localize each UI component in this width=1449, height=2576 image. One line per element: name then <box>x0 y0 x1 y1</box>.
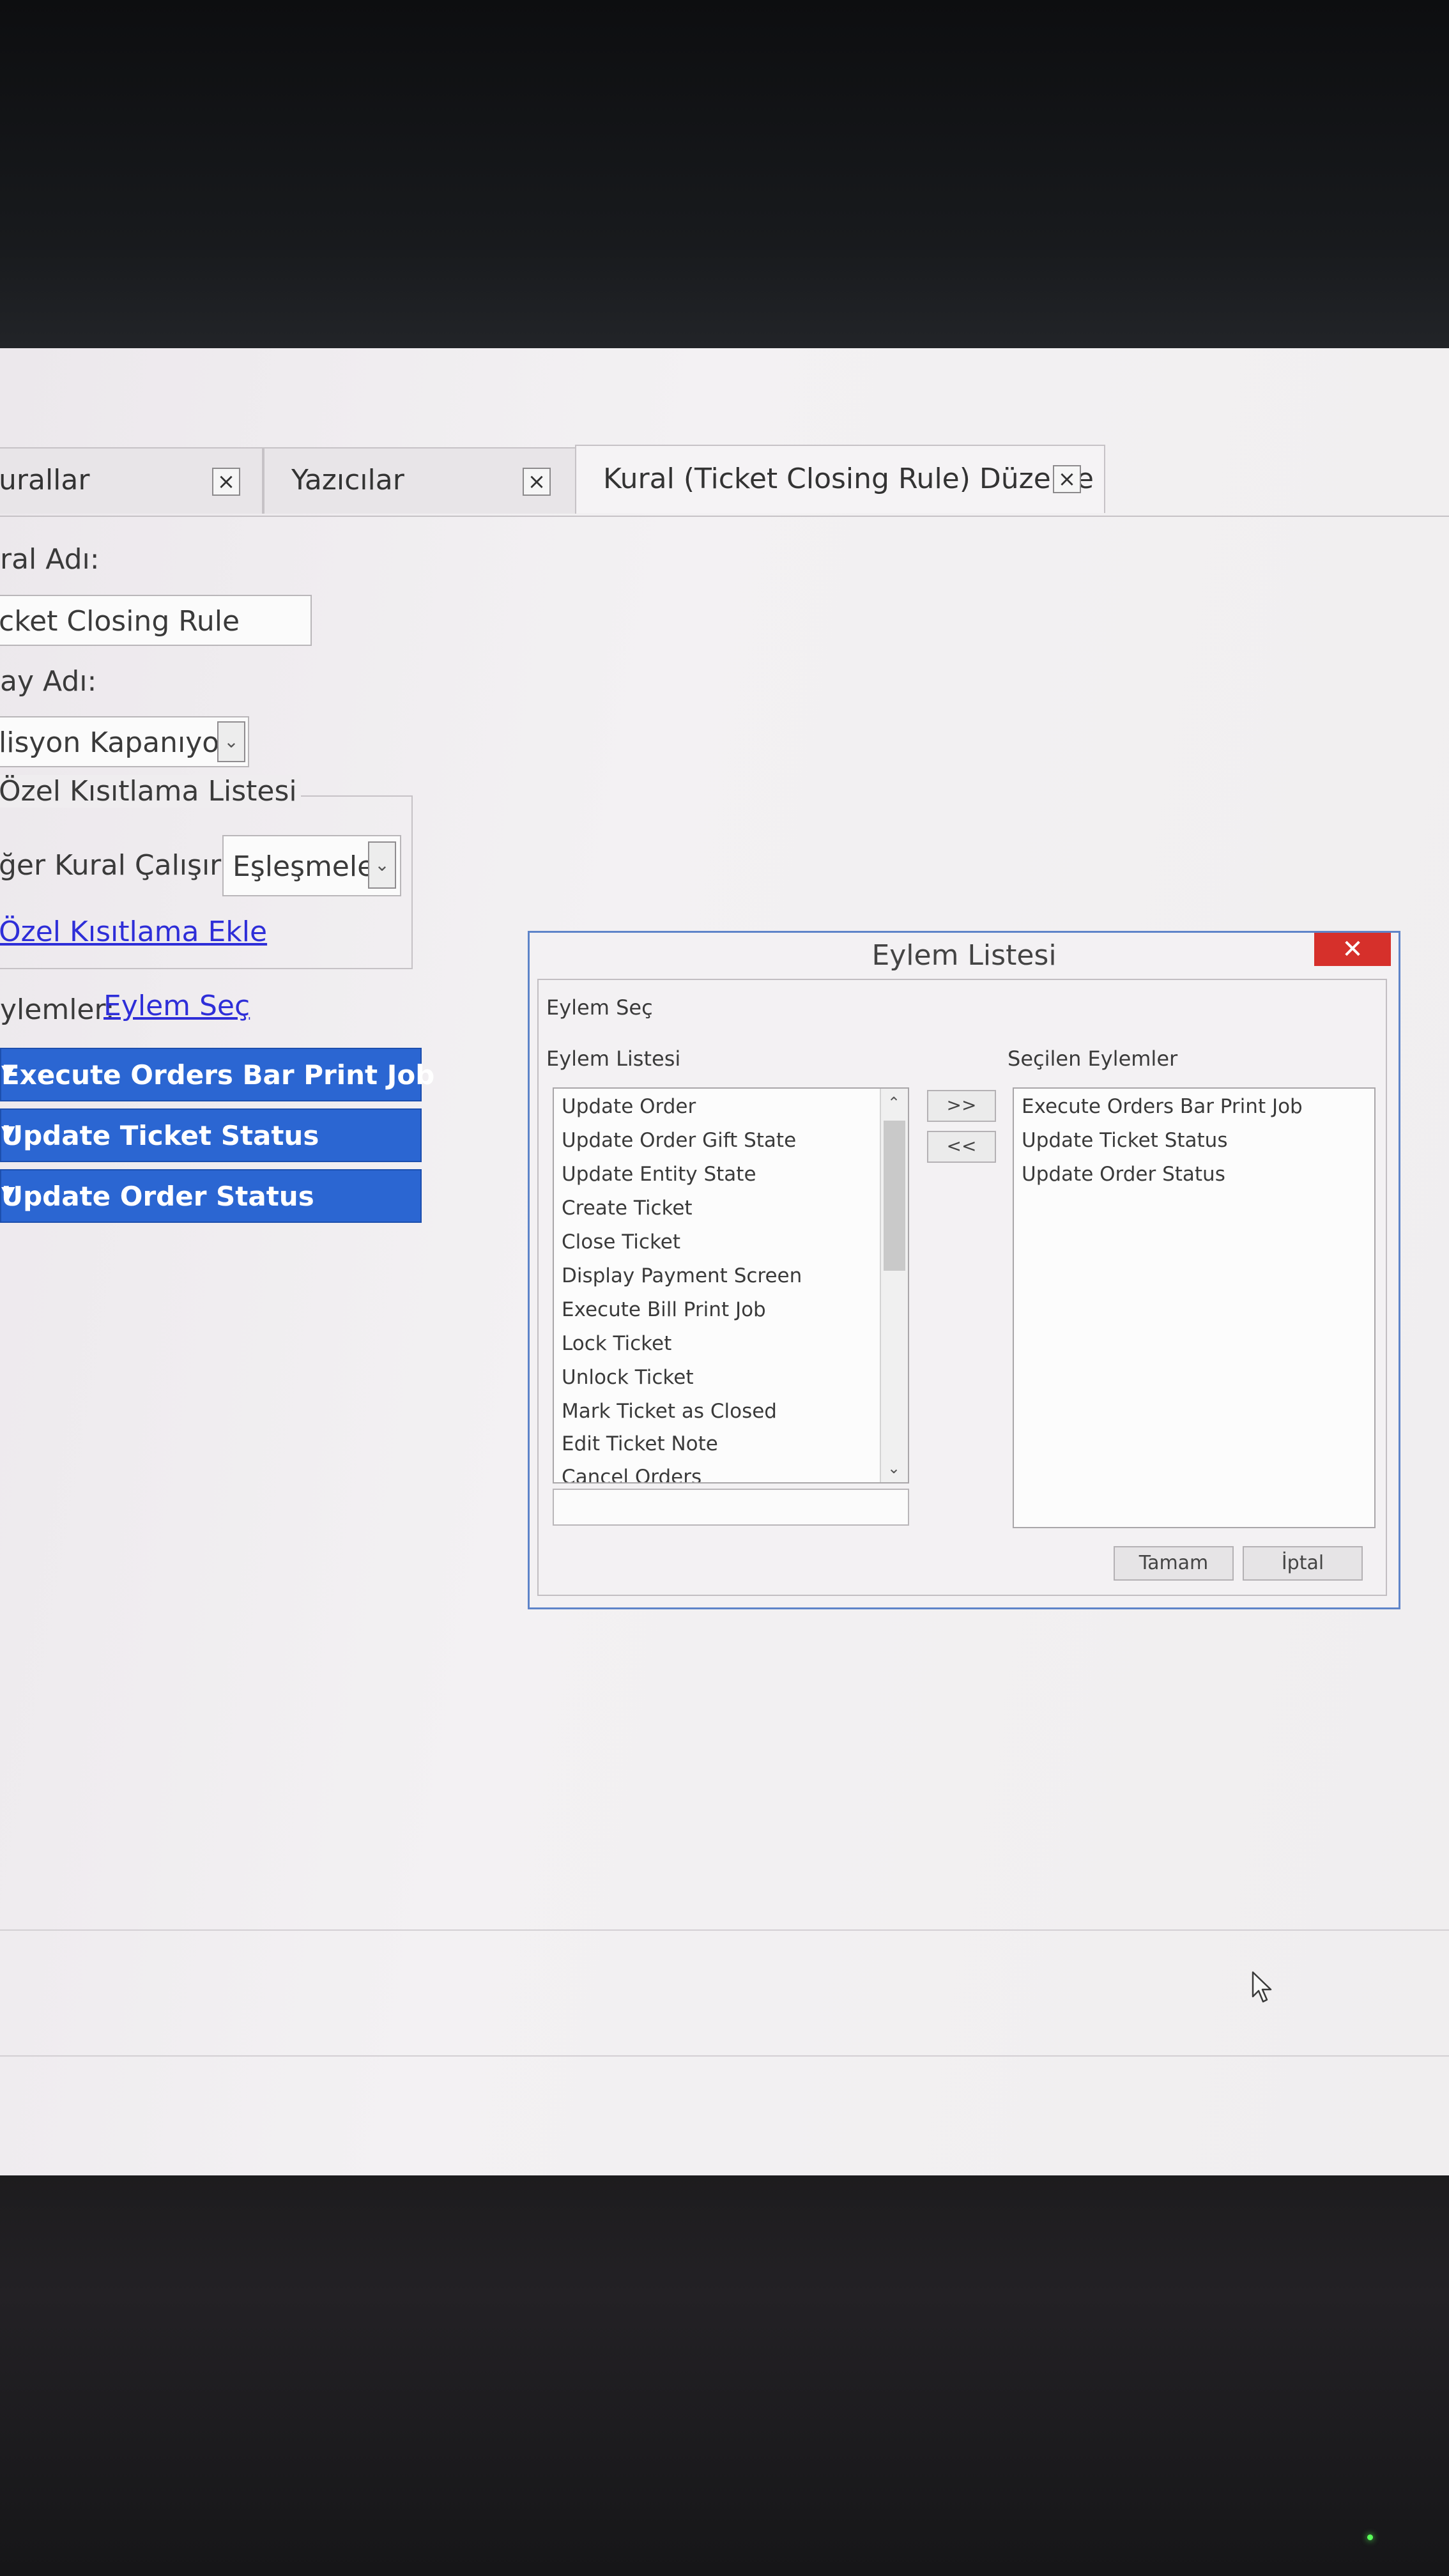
ok-button[interactable]: Tamam <box>1114 1546 1234 1581</box>
tab-printers[interactable]: Yazıcılar × <box>263 447 576 514</box>
tab-divider <box>0 516 1449 517</box>
list-item[interactable]: Cancel Orders <box>562 1466 702 1482</box>
list-item[interactable]: Update Entity State <box>562 1163 756 1186</box>
other-rule-select[interactable]: Eşleşmeler ⌄ <box>222 835 401 896</box>
chevron-down-icon[interactable]: ⌄ <box>881 1455 907 1481</box>
list-item[interactable]: Lock Ticket <box>562 1332 671 1355</box>
available-actions-list[interactable]: Update Order Update Order Gift State Upd… <box>553 1087 909 1483</box>
monitor-top-bezel <box>0 0 1449 348</box>
close-icon[interactable]: × <box>212 468 240 496</box>
list-item[interactable]: Edit Ticket Note <box>562 1432 718 1455</box>
rule-name-value: cket Closing Rule <box>0 605 240 638</box>
chevron-up-icon[interactable]: ⌃ <box>881 1090 907 1116</box>
list-item[interactable]: Update Order Status <box>1022 1163 1225 1186</box>
selected-actions-label: Seçilen Eylemler <box>1008 1046 1178 1071</box>
add-action-button[interactable]: >> <box>927 1090 996 1122</box>
chevron-down-icon[interactable]: ⌄ <box>368 841 396 889</box>
action-filter-input[interactable] <box>553 1489 909 1526</box>
selected-actions-list[interactable]: Execute Orders Bar Print Job Update Tick… <box>1013 1087 1376 1528</box>
scroll-thumb[interactable] <box>884 1121 905 1271</box>
close-icon[interactable]: × <box>1053 465 1081 493</box>
dropdown-arrow-icon[interactable]: ▼ <box>1 1061 406 1082</box>
event-name-label: ay Adı: <box>0 665 97 698</box>
tab-edit-rule[interactable]: Kural (Ticket Closing Rule) Düzenle × <box>575 445 1105 513</box>
footer-divider <box>0 2055 1449 2057</box>
add-constraint-link[interactable]: Özel Kısıtlama Ekle <box>0 916 267 948</box>
action-button-update-ticket-status[interactable]: Update Ticket Status ▼ <box>0 1108 422 1162</box>
close-icon[interactable]: ✕ <box>1314 933 1391 966</box>
action-button-execute-orders-bar-print-job[interactable]: Execute Orders Bar Print Job ▼ <box>0 1048 434 1101</box>
rule-name-input[interactable]: cket Closing Rule <box>0 595 312 646</box>
tab-rules[interactable]: urallar × <box>0 447 263 514</box>
dialog-content: Eylem Seç Eylem Listesi Seçilen Eylemler… <box>537 979 1387 1596</box>
cancel-button[interactable]: İptal <box>1243 1546 1363 1581</box>
actions-label: ylemler: <box>0 993 115 1026</box>
constraint-group-title: Özel Kısıtlama Listesi <box>0 775 301 808</box>
tab-edit-rule-label: Kural (Ticket Closing Rule) Düzenle <box>603 463 1094 495</box>
list-item[interactable]: Update Ticket Status <box>1022 1129 1227 1152</box>
mouse-pointer-icon <box>1252 1971 1272 2003</box>
other-rule-value: Eşleşmeler <box>233 850 387 883</box>
close-icon[interactable]: × <box>523 468 551 496</box>
tab-strip: urallar × Yazıcılar × Kural (Ticket Clos… <box>0 445 1449 514</box>
remove-action-button[interactable]: << <box>927 1131 996 1163</box>
other-rule-label: ğer Kural Çalışırsa <box>0 849 254 882</box>
event-name-select[interactable]: lisyon Kapanıyor ⌄ <box>0 716 249 767</box>
tab-printers-label: Yazıcılar <box>291 464 404 496</box>
list-item[interactable]: Unlock Ticket <box>562 1366 693 1389</box>
list-scrollbar[interactable]: ⌃ ⌄ <box>880 1089 908 1482</box>
power-led-icon <box>1367 2534 1373 2540</box>
action-button-update-order-status[interactable]: Update Order Status ▼ <box>0 1169 422 1223</box>
application-window: urallar × Yazıcılar × Kural (Ticket Clos… <box>0 348 1449 2175</box>
rule-name-label: ral Adı: <box>0 543 100 576</box>
list-item[interactable]: Mark Ticket as Closed <box>562 1400 777 1423</box>
dropdown-arrow-icon[interactable]: ▼ <box>1 1121 406 1142</box>
list-item[interactable]: Close Ticket <box>562 1230 680 1254</box>
list-item[interactable]: Display Payment Screen <box>562 1264 802 1287</box>
tab-rules-label: urallar <box>0 464 90 496</box>
footer-divider <box>0 1929 1449 1931</box>
select-action-link[interactable]: Eylem Seç <box>103 990 250 1022</box>
chevron-down-icon[interactable]: ⌄ <box>217 721 245 762</box>
list-item[interactable]: Update Order <box>562 1095 696 1118</box>
custom-constraint-group: Özel Kısıtlama Listesi ğer Kural Çalışır… <box>0 775 413 969</box>
select-action-section-label: Eylem Seç <box>546 995 653 1020</box>
action-list-dialog: Eylem Listesi ✕ Eylem Seç Eylem Listesi … <box>528 931 1400 1609</box>
monitor-bottom-bezel <box>0 2175 1449 2576</box>
event-name-value: lisyon Kapanıyor <box>0 726 231 759</box>
list-item[interactable]: Update Order Gift State <box>562 1129 796 1152</box>
available-actions-label: Eylem Listesi <box>546 1046 681 1071</box>
dropdown-arrow-icon[interactable]: ▼ <box>1 1182 406 1203</box>
list-item[interactable]: Create Ticket <box>562 1197 693 1220</box>
dialog-title: Eylem Listesi <box>871 939 1057 972</box>
list-item[interactable]: Execute Bill Print Job <box>562 1298 766 1321</box>
list-item[interactable]: Execute Orders Bar Print Job <box>1022 1095 1303 1118</box>
